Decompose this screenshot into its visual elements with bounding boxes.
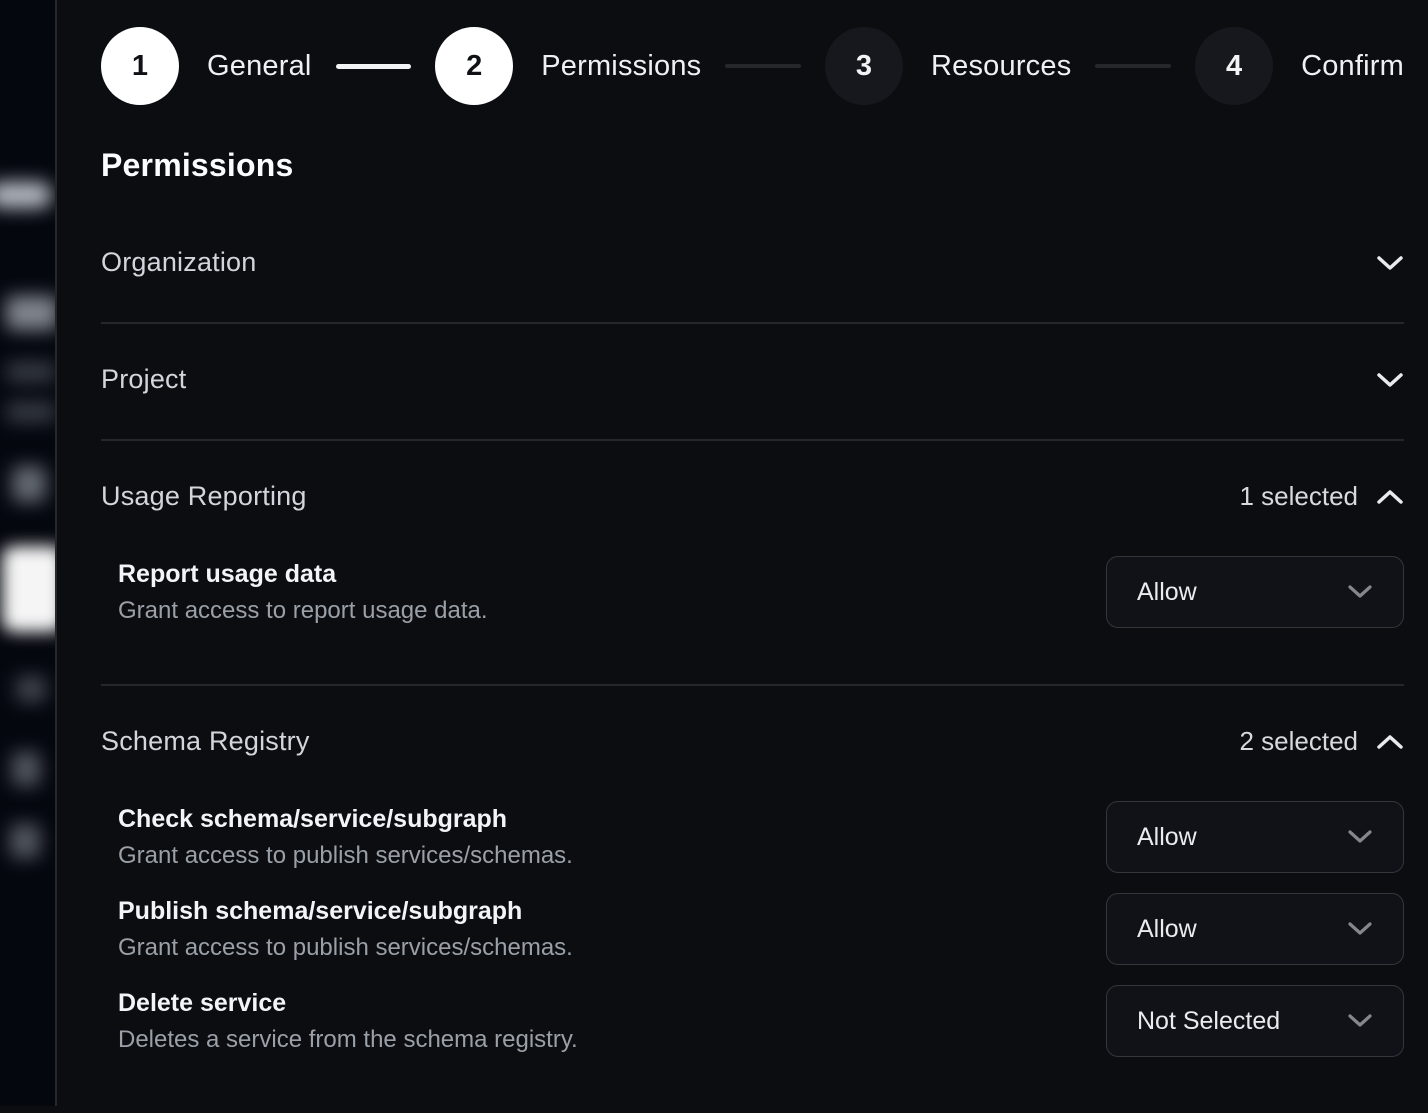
step-general[interactable]: 1 General xyxy=(101,27,312,105)
section-schema-registry-header[interactable]: Schema Registry 2 selected xyxy=(101,726,1404,757)
section-project-header[interactable]: Project xyxy=(101,364,1404,395)
blurred-label xyxy=(16,676,46,702)
chevron-down-icon xyxy=(1347,829,1373,845)
permission-title: Delete service xyxy=(118,988,578,1018)
permission-text: Check schema/service/subgraph Grant acce… xyxy=(118,804,573,870)
section-project: Project xyxy=(101,324,1404,441)
permission-select-report-usage-data[interactable]: Allow xyxy=(1106,556,1404,628)
permission-text: Delete service Deletes a service from th… xyxy=(118,988,578,1054)
selected-count: 1 selected xyxy=(1239,481,1358,512)
permission-select-publish-schema[interactable]: Allow xyxy=(1106,893,1404,965)
permission-title: Check schema/service/subgraph xyxy=(118,804,573,834)
permission-row-publish-schema: Publish schema/service/subgraph Grant ac… xyxy=(101,893,1404,965)
dropdown-value: Allow xyxy=(1137,578,1197,607)
step-confirm[interactable]: 4 Confirm xyxy=(1195,27,1404,105)
chevron-up-icon xyxy=(1376,488,1404,506)
chevron-down-icon xyxy=(1347,1013,1373,1029)
blurred-background-sidebar xyxy=(0,0,55,1106)
step-number-badge: 1 xyxy=(101,27,179,105)
step-label: General xyxy=(207,50,312,83)
section-usage-reporting: Usage Reporting 1 selected Report usage … xyxy=(101,441,1404,686)
step-number-badge: 3 xyxy=(825,27,903,105)
permission-title: Publish schema/service/subgraph xyxy=(118,896,573,926)
section-organization: Organization xyxy=(101,207,1404,324)
permission-row-check-schema: Check schema/service/subgraph Grant acce… xyxy=(101,801,1404,873)
chevron-down-icon xyxy=(1376,254,1404,272)
chevron-down-icon xyxy=(1347,921,1373,937)
selected-count: 2 selected xyxy=(1239,726,1358,757)
permission-select-delete-service[interactable]: Not Selected xyxy=(1106,985,1404,1057)
dropdown-value: Allow xyxy=(1137,823,1197,852)
wizard-stepper: 1 General 2 Permissions 3 Resources 4 Co… xyxy=(101,27,1404,105)
page-title: Permissions xyxy=(101,147,1404,183)
step-number-badge: 2 xyxy=(435,27,513,105)
section-label: Project xyxy=(101,364,186,395)
permission-description: Grant access to publish services/schemas… xyxy=(118,842,573,870)
step-resources[interactable]: 3 Resources xyxy=(825,27,1071,105)
step-label: Resources xyxy=(931,50,1071,83)
section-schema-registry: Schema Registry 2 selected Check schema/… xyxy=(101,686,1404,1113)
blurred-text-line xyxy=(6,402,55,422)
section-usage-reporting-header[interactable]: Usage Reporting 1 selected xyxy=(101,481,1404,512)
permission-text: Report usage data Grant access to report… xyxy=(118,559,488,625)
permission-select-check-schema[interactable]: Allow xyxy=(1106,801,1404,873)
chevron-down-icon xyxy=(1376,371,1404,389)
step-connector xyxy=(1095,64,1171,68)
permission-description: Grant access to report usage data. xyxy=(118,597,488,625)
section-label: Organization xyxy=(101,247,257,278)
section-label: Usage Reporting xyxy=(101,481,307,512)
create-token-wizard-permissions: 1 General 2 Permissions 3 Resources 4 Co… xyxy=(57,0,1428,1106)
selected-summary: 1 selected xyxy=(1239,481,1404,512)
permission-title: Report usage data xyxy=(118,559,488,589)
step-label: Confirm xyxy=(1301,50,1404,83)
section-label: Schema Registry xyxy=(101,726,310,757)
permission-description: Grant access to publish services/schemas… xyxy=(118,934,573,962)
blurred-heading xyxy=(6,296,55,330)
dropdown-value: Allow xyxy=(1137,915,1197,944)
step-label: Permissions xyxy=(541,50,701,83)
blurred-label xyxy=(10,824,40,858)
permission-description: Deletes a service from the schema regist… xyxy=(118,1026,578,1054)
step-number-badge: 4 xyxy=(1195,27,1273,105)
blurred-icon-tile xyxy=(12,466,46,502)
chevron-up-icon xyxy=(1376,733,1404,751)
selected-summary: 2 selected xyxy=(1239,726,1404,757)
permission-row-delete-service: Delete service Deletes a service from th… xyxy=(101,985,1404,1057)
blurred-bright-card xyxy=(2,546,55,632)
step-permissions[interactable]: 2 Permissions xyxy=(435,27,701,105)
section-organization-header[interactable]: Organization xyxy=(101,247,1404,278)
permission-row-report-usage-data: Report usage data Grant access to report… xyxy=(101,556,1404,628)
step-connector xyxy=(725,64,801,68)
blurred-label xyxy=(12,752,40,786)
chevron-down-icon xyxy=(1347,584,1373,600)
blurred-pill xyxy=(0,182,52,208)
dropdown-value: Not Selected xyxy=(1137,1007,1280,1036)
step-connector xyxy=(336,64,412,69)
blurred-text-line xyxy=(6,362,55,382)
permission-text: Publish schema/service/subgraph Grant ac… xyxy=(118,896,573,962)
